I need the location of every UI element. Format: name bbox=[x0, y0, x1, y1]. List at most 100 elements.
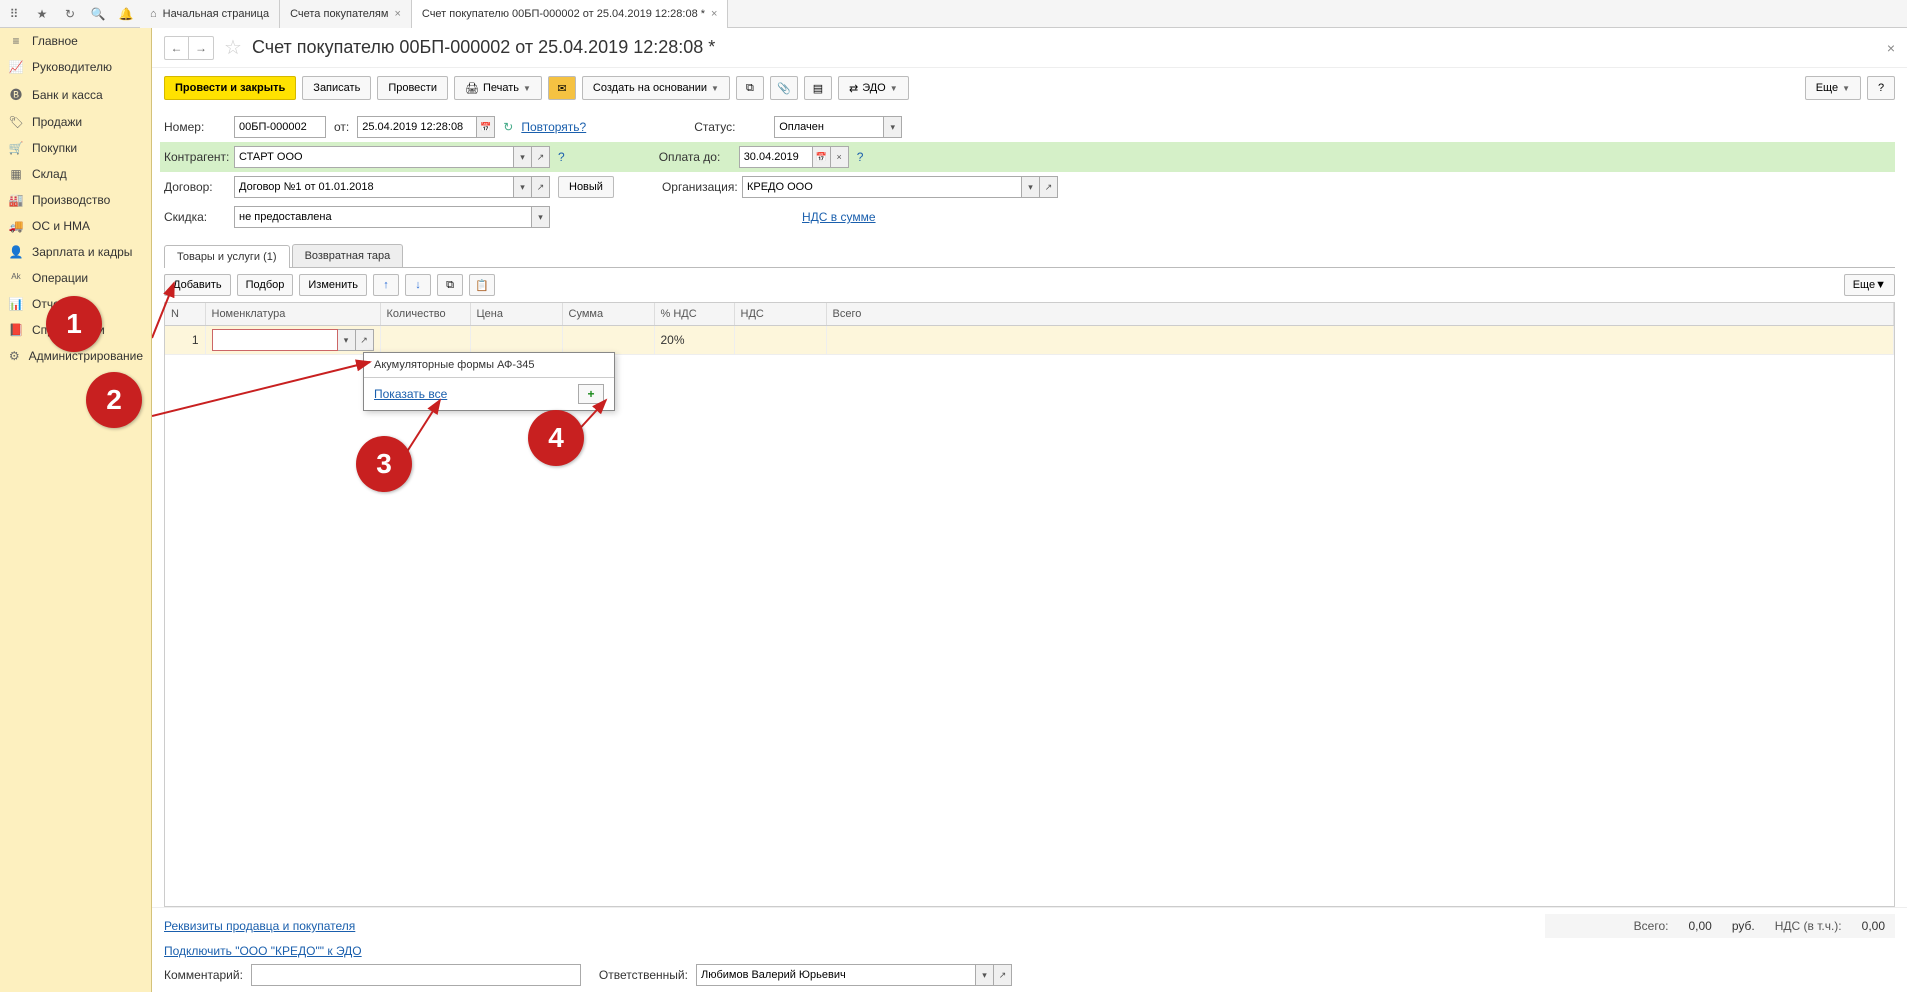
tab-invoices[interactable]: Счета покупателям × bbox=[280, 0, 412, 28]
calendar-icon[interactable]: 📅 bbox=[813, 146, 831, 168]
sidebar-item-warehouse[interactable]: ▦Склад bbox=[0, 161, 151, 187]
favorite-star-icon[interactable]: ☆ bbox=[224, 35, 242, 60]
help-icon[interactable]: ? bbox=[857, 150, 864, 164]
dropdown-icon[interactable]: ▾ bbox=[884, 116, 902, 138]
post-button[interactable]: Провести bbox=[377, 76, 448, 100]
copy-button[interactable]: ⧉ bbox=[437, 274, 463, 296]
edo-button[interactable]: ⇄ЭДО▼ bbox=[838, 76, 909, 100]
open-icon[interactable]: ↗ bbox=[356, 329, 374, 351]
sidebar-item-bank[interactable]: 🅑Банк и касса bbox=[0, 80, 151, 109]
discount-field[interactable] bbox=[234, 206, 532, 228]
tab-returnable[interactable]: Возвратная тара bbox=[292, 244, 404, 267]
counterparty-field[interactable] bbox=[234, 146, 514, 168]
show-all-link[interactable]: Показать все bbox=[374, 387, 447, 401]
list-button[interactable]: ▤ bbox=[804, 76, 832, 100]
calendar-icon[interactable]: 📅 bbox=[477, 116, 495, 138]
forward-button[interactable]: → bbox=[189, 37, 213, 59]
org-field[interactable] bbox=[742, 176, 1022, 198]
cell-vat[interactable] bbox=[734, 326, 826, 355]
help-icon[interactable]: ? bbox=[558, 150, 565, 164]
structure-button[interactable]: ⧉ bbox=[736, 76, 764, 100]
cell-nomenclature[interactable]: ▾ ↗ bbox=[205, 326, 380, 355]
number-field[interactable] bbox=[234, 116, 326, 138]
email-button[interactable]: ✉ bbox=[548, 76, 576, 100]
sidebar-item-main[interactable]: ≡Главное bbox=[0, 28, 151, 54]
dropdown-icon[interactable]: ▾ bbox=[532, 206, 550, 228]
contract-field[interactable] bbox=[234, 176, 514, 198]
apps-icon[interactable]: ⠿ bbox=[0, 0, 28, 28]
help-button[interactable]: ? bbox=[1867, 76, 1895, 100]
open-icon[interactable]: ↗ bbox=[1040, 176, 1058, 198]
tag-icon: 🏷 bbox=[8, 115, 24, 129]
dropdown-icon[interactable]: ▾ bbox=[338, 329, 356, 351]
post-and-close-button[interactable]: Провести и закрыть bbox=[164, 76, 296, 100]
col-vat: НДС bbox=[734, 303, 826, 326]
nomenclature-input[interactable] bbox=[212, 329, 338, 351]
dropdown-icon[interactable]: ▾ bbox=[1022, 176, 1040, 198]
comment-field[interactable] bbox=[251, 964, 581, 986]
new-contract-button[interactable]: Новый bbox=[558, 176, 614, 198]
table-more-button[interactable]: Еще ▼ bbox=[1844, 274, 1895, 296]
sidebar-item-manager[interactable]: 📈Руководителю bbox=[0, 54, 151, 80]
col-total: Всего bbox=[826, 303, 1894, 326]
cell-qty[interactable] bbox=[380, 326, 470, 355]
back-button[interactable]: ← bbox=[165, 37, 189, 59]
sidebar-item-assets[interactable]: 🚚ОС и НМА bbox=[0, 213, 151, 239]
add-button[interactable]: Добавить bbox=[164, 274, 231, 296]
book-icon: 📕 bbox=[8, 323, 24, 337]
open-icon[interactable]: ↗ bbox=[532, 146, 550, 168]
history-icon[interactable]: ↻ bbox=[56, 0, 84, 28]
clear-icon[interactable]: × bbox=[831, 146, 849, 168]
move-up-button[interactable]: ↑ bbox=[373, 274, 399, 296]
sidebar-item-operations[interactable]: ᴬᵏОперации bbox=[0, 265, 151, 291]
cell-price[interactable] bbox=[470, 326, 562, 355]
payuntil-field[interactable] bbox=[739, 146, 813, 168]
dropdown-icon[interactable]: ▾ bbox=[514, 146, 532, 168]
dropdown-item[interactable]: Акумуляторные формы АФ-345 bbox=[364, 353, 614, 377]
repeat-link[interactable]: Повторять? bbox=[521, 120, 586, 134]
dropdown-icon[interactable]: ▾ bbox=[514, 176, 532, 198]
close-icon[interactable]: × bbox=[394, 8, 400, 20]
paste-button[interactable]: 📋 bbox=[469, 274, 495, 296]
tab-current-doc[interactable]: Счет покупателю 00БП-000002 от 25.04.201… bbox=[412, 0, 729, 28]
seller-buyer-link[interactable]: Реквизиты продавца и покупателя bbox=[164, 919, 355, 933]
open-icon[interactable]: ↗ bbox=[532, 176, 550, 198]
col-price: Цена bbox=[470, 303, 562, 326]
date-field[interactable] bbox=[357, 116, 477, 138]
edo-connect-link[interactable]: Подключить "ООО "КРЕДО"" к ЭДО bbox=[164, 944, 362, 958]
col-nomenclature: Номенклатура bbox=[205, 303, 380, 326]
search-icon[interactable]: 🔍 bbox=[84, 0, 112, 28]
col-vatpct: % НДС bbox=[654, 303, 734, 326]
edit-button[interactable]: Изменить bbox=[299, 274, 367, 296]
cell-total[interactable] bbox=[826, 326, 1894, 355]
close-icon[interactable]: × bbox=[711, 8, 717, 20]
move-down-button[interactable]: ↓ bbox=[405, 274, 431, 296]
responsible-field[interactable] bbox=[696, 964, 976, 986]
dropdown-icon[interactable]: ▾ bbox=[976, 964, 994, 986]
tab-home[interactable]: ⌂ Начальная страница bbox=[140, 0, 280, 28]
print-button[interactable]: 🖨Печать▼ bbox=[454, 76, 542, 100]
status-field[interactable] bbox=[774, 116, 884, 138]
cell-vatpct[interactable]: 20% bbox=[654, 326, 734, 355]
sidebar-label: Администрирование bbox=[29, 349, 143, 363]
table-row[interactable]: 1 ▾ ↗ 20% bbox=[165, 326, 1894, 355]
tab-goods[interactable]: Товары и услуги (1) bbox=[164, 245, 290, 268]
sidebar-item-production[interactable]: 🏭Производство bbox=[0, 187, 151, 213]
open-icon[interactable]: ↗ bbox=[994, 964, 1012, 986]
sidebar-item-purchases[interactable]: 🛒Покупки bbox=[0, 135, 151, 161]
star-icon[interactable]: ★ bbox=[28, 0, 56, 28]
save-button[interactable]: Записать bbox=[302, 76, 371, 100]
sidebar-item-sales[interactable]: 🏷Продажи bbox=[0, 109, 151, 135]
attach-button[interactable]: 📎 bbox=[770, 76, 798, 100]
create-based-button[interactable]: Создать на основании▼ bbox=[582, 76, 730, 100]
close-doc-button[interactable]: × bbox=[1887, 40, 1895, 56]
vat-link[interactable]: НДС в сумме bbox=[802, 210, 876, 224]
truck-icon: 🚚 bbox=[8, 219, 24, 233]
more-button[interactable]: Еще▼ bbox=[1805, 76, 1861, 100]
pick-button[interactable]: Подбор bbox=[237, 274, 294, 296]
bell-icon[interactable]: 🔔 bbox=[112, 0, 140, 28]
vat-incl-label: НДС (в т.ч.): bbox=[1775, 919, 1842, 933]
cell-sum[interactable] bbox=[562, 326, 654, 355]
add-new-button[interactable]: + bbox=[578, 384, 604, 404]
sidebar-item-payroll[interactable]: 👤Зарплата и кадры bbox=[0, 239, 151, 265]
